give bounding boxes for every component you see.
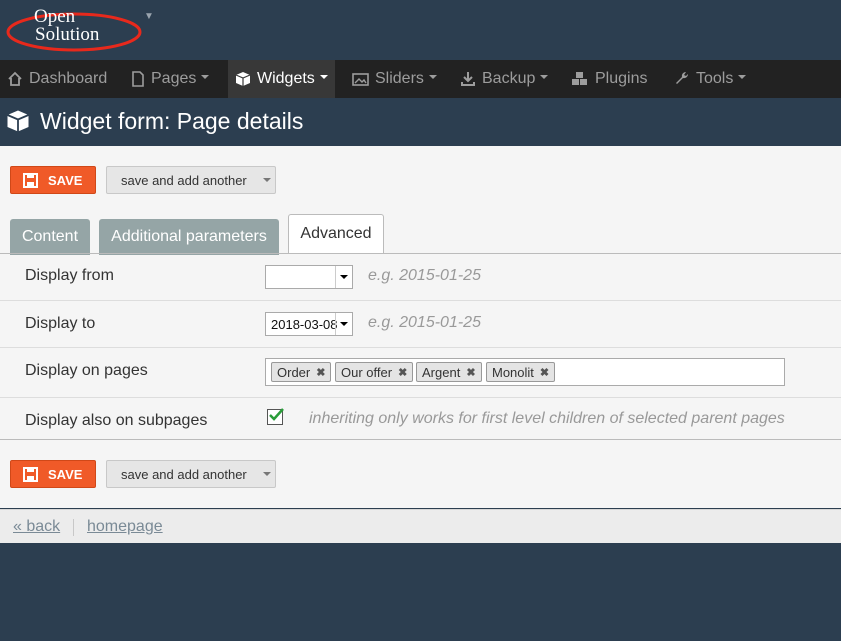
page-tag: Argent ✖ [416, 362, 482, 382]
nav-label: Backup [482, 70, 536, 87]
nav-item-pages[interactable]: Pages [124, 60, 216, 98]
tab-label: Additional parameters [111, 228, 267, 245]
display-to-value: 2018-03-08 [271, 316, 338, 332]
display-subpages-row: Display also on subpages inheriting only… [0, 398, 841, 439]
nav-item-tools[interactable]: Tools [667, 60, 753, 98]
nav-label: Plugins [595, 70, 648, 87]
chevron-down-icon[interactable]: ▼ [144, 11, 154, 22]
display-from-hint: e.g. 2015-01-25 [368, 267, 481, 284]
chevron-down-icon [335, 266, 352, 288]
home-icon [8, 71, 22, 86]
remove-tag-icon[interactable]: ✖ [398, 366, 407, 379]
logo[interactable]: Open Solution [4, 2, 144, 56]
display-subpages-label: Display also on subpages [25, 412, 208, 429]
form-bottom-divider [0, 439, 841, 440]
page-title: Widget form: Page details [40, 108, 304, 134]
cube-icon [7, 110, 29, 132]
tab-additional-parameters[interactable]: Additional parameters [99, 219, 279, 255]
logo-swoosh-icon: Open Solution [6, 6, 142, 52]
page-header: Widget form: Page details [0, 98, 841, 146]
caret-down-icon [201, 75, 210, 79]
nav-label: Widgets [257, 70, 315, 87]
tab-advanced[interactable]: Advanced [288, 214, 384, 253]
floppy-disk-icon [23, 466, 38, 482]
page-tag: Monolit ✖ [486, 362, 556, 382]
caret-down-icon [319, 75, 328, 79]
display-subpages-hint: inheriting only works for first level ch… [309, 410, 785, 427]
homepage-link[interactable]: homepage [87, 518, 163, 536]
tag-label: Monolit [492, 364, 534, 380]
tag-label: Order [277, 364, 311, 380]
nav-item-widgets[interactable]: Widgets [228, 60, 335, 98]
logo-line2: Solution [35, 24, 100, 45]
file-icon [132, 71, 144, 87]
save-label: SAVE [48, 466, 83, 482]
caret-down-icon [428, 75, 437, 79]
display-on-pages-row: Display on pages Order ✖ Our offer ✖ Argen… [0, 348, 841, 398]
save-button-bottom[interactable]: SAVE [10, 460, 96, 488]
picture-icon [352, 72, 369, 86]
save-and-add-another-button[interactable]: save and add another [106, 166, 276, 194]
save-and-add-another-button-bottom[interactable]: save and add another [106, 460, 276, 488]
link-separator [73, 519, 74, 536]
footer-links: « back homepage [0, 509, 841, 543]
back-link[interactable]: « back [13, 518, 60, 536]
tab-label: Content [21, 228, 79, 245]
display-to-hint: e.g. 2015-01-25 [368, 314, 481, 331]
tab-label: Advanced [300, 225, 372, 242]
tag-label: Argent [422, 364, 461, 380]
nav-item-plugins[interactable]: Plugins [564, 60, 654, 98]
save-another-label: save and add another [121, 172, 247, 188]
remove-tag-icon[interactable]: ✖ [540, 366, 549, 379]
nav-label: Dashboard [29, 70, 108, 87]
page-tag: Our offer ✖ [335, 362, 414, 382]
display-from-row: Display from e.g. 2015-01-25 [0, 254, 841, 301]
page-tag: Order ✖ [271, 362, 332, 382]
tab-content[interactable]: Content [10, 219, 90, 255]
wrench-icon [676, 71, 689, 84]
cube-icon [235, 72, 251, 86]
floppy-disk-icon [23, 172, 38, 188]
save-another-label: save and add another [121, 466, 247, 482]
caret-down-icon [262, 178, 271, 182]
nav-label: Tools [696, 70, 734, 87]
main-content: SAVE save and add another Content Additi… [0, 146, 841, 543]
caret-down-icon [540, 75, 549, 79]
display-to-select[interactable]: 2018-03-08 [265, 312, 353, 336]
display-on-pages-label: Display on pages [25, 362, 148, 379]
cubes-icon [572, 72, 587, 85]
display-to-row: Display to 2018-03-08 e.g. 2015-01-25 [0, 301, 841, 348]
nav-label: Pages [151, 70, 197, 87]
pages-tag-input[interactable]: Order ✖ Our offer ✖ Argent ✖ Monolit ✖ [265, 358, 785, 386]
display-from-label: Display from [25, 267, 114, 284]
caret-down-icon [738, 75, 747, 79]
tag-label: Our offer [341, 364, 393, 380]
page-background [0, 543, 841, 641]
checkmark-icon [269, 408, 284, 421]
remove-tag-icon[interactable]: ✖ [466, 366, 475, 379]
nav-item-backup[interactable]: Backup [453, 60, 555, 98]
caret-down-icon [262, 472, 271, 476]
nav-item-sliders[interactable]: Sliders [345, 60, 444, 98]
download-icon [461, 72, 475, 86]
remove-tag-icon[interactable]: ✖ [316, 366, 325, 379]
save-button[interactable]: SAVE [10, 166, 96, 194]
top-bar: Open Solution ▼ [0, 0, 841, 60]
display-subpages-checkbox[interactable] [267, 408, 284, 425]
chevron-down-icon [335, 313, 352, 335]
display-from-select[interactable] [265, 265, 353, 289]
display-to-label: Display to [25, 315, 96, 332]
main-nav: Dashboard Pages Widgets Sliders Backup P… [0, 60, 841, 98]
save-label: SAVE [48, 172, 83, 188]
nav-item-dashboard[interactable]: Dashboard [0, 60, 114, 98]
nav-label: Sliders [375, 70, 424, 87]
